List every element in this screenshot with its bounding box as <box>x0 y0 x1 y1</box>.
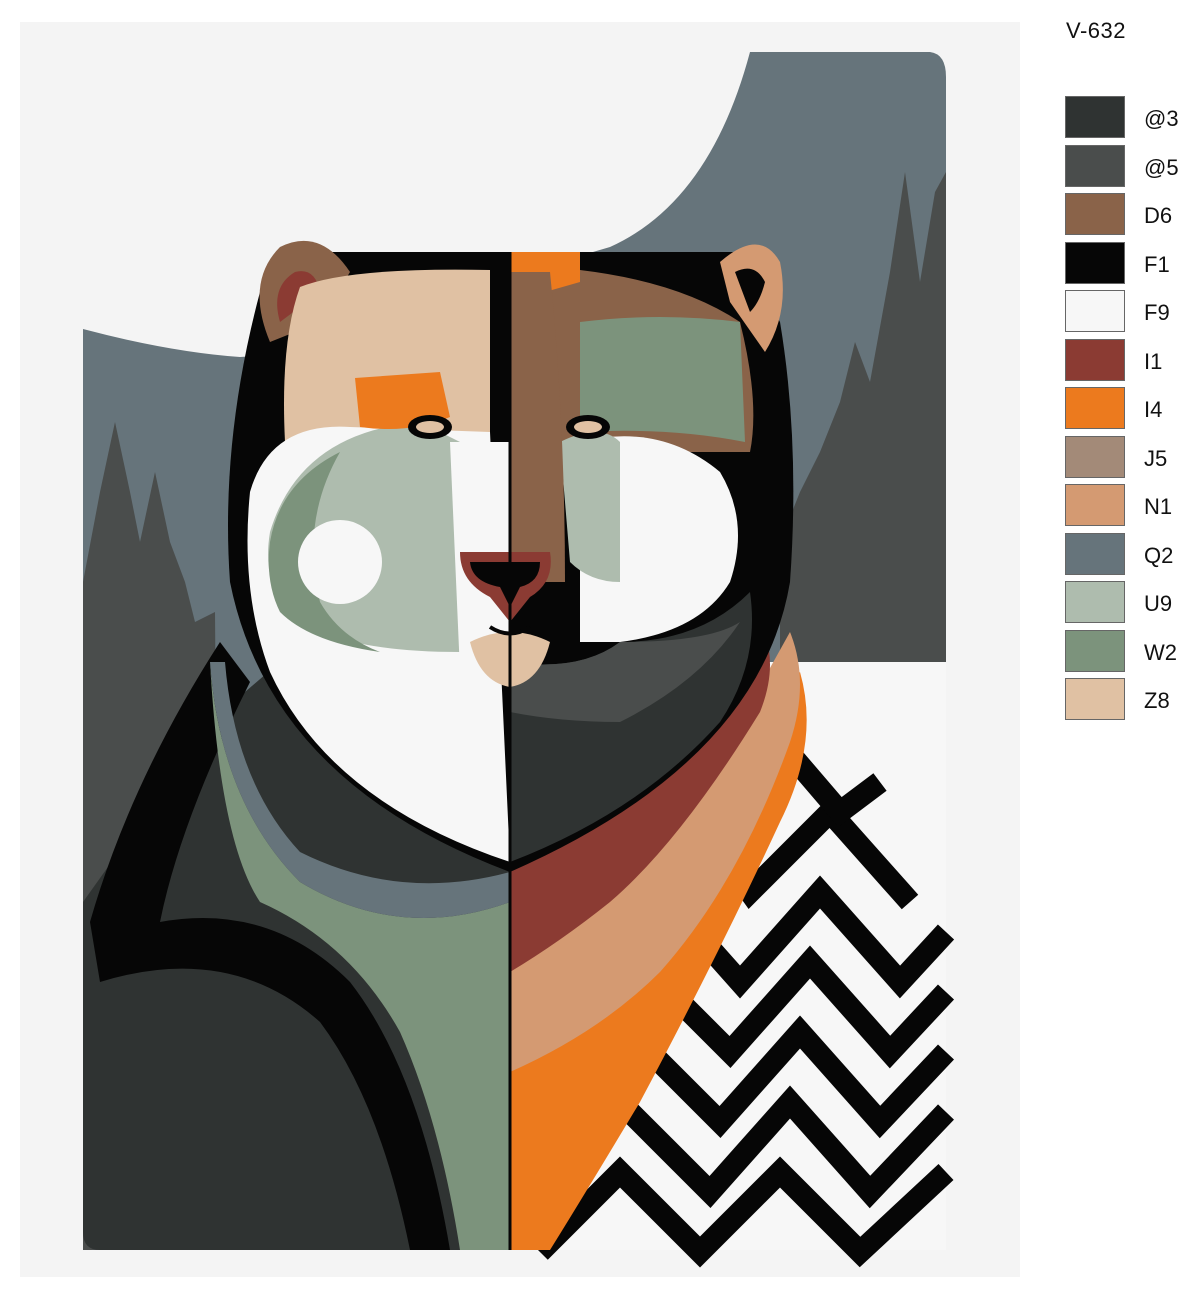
color-swatch <box>1065 581 1125 623</box>
color-code-label: @5 <box>1144 154 1179 180</box>
eye-right-inner <box>574 421 602 433</box>
color-code-label: @3 <box>1144 106 1179 131</box>
color-code-label: N1 <box>1144 494 1173 519</box>
color-swatch <box>1065 338 1125 381</box>
color-code-label: F9 <box>1144 300 1170 325</box>
product-code: V-632 <box>1066 18 1126 43</box>
eye-left-inner <box>416 421 444 433</box>
legend-item: @5 <box>1065 144 1179 194</box>
legend-item: U9 <box>1065 581 1179 630</box>
color-legend: @3 @5 D6 F1 F9 I1 I4 J5 N1 Q2 U9 W2 Z8 <box>1065 96 1179 727</box>
color-code-label: I4 <box>1144 397 1163 422</box>
color-swatch <box>1065 387 1125 429</box>
color-code-label: I1 <box>1144 348 1163 374</box>
color-swatch <box>1065 144 1125 187</box>
bear-artwork <box>83 52 955 1268</box>
legend-item: J5 <box>1065 435 1179 485</box>
legend-item: W2 <box>1065 629 1179 679</box>
color-swatch <box>1065 435 1125 478</box>
color-swatch <box>1065 96 1125 138</box>
color-swatch <box>1065 532 1125 575</box>
color-code-label: D6 <box>1144 203 1173 228</box>
cheek-left-white-circle <box>298 520 382 604</box>
legend-item: N1 <box>1065 484 1179 533</box>
legend-item: I4 <box>1065 387 1179 436</box>
color-code-label: W2 <box>1144 639 1177 665</box>
legend-item: Z8 <box>1065 678 1179 727</box>
color-code-label: Q2 <box>1144 542 1174 568</box>
legend-item: I1 <box>1065 338 1179 388</box>
color-code-label: Z8 <box>1144 688 1170 713</box>
color-swatch <box>1065 629 1125 672</box>
legend-item: F1 <box>1065 241 1179 291</box>
legend-item: @3 <box>1065 96 1179 145</box>
color-code-label: U9 <box>1144 591 1173 616</box>
color-swatch <box>1065 678 1125 720</box>
color-swatch <box>1065 193 1125 235</box>
color-code-label: F1 <box>1144 251 1170 277</box>
legend-item: D6 <box>1065 193 1179 242</box>
legend-item: Q2 <box>1065 532 1179 582</box>
legend-item: F9 <box>1065 290 1179 339</box>
bear-painting-canvas <box>20 22 1020 1277</box>
color-swatch <box>1065 290 1125 332</box>
color-code-label: J5 <box>1144 445 1168 471</box>
color-swatch <box>1065 241 1125 284</box>
color-swatch <box>1065 484 1125 526</box>
